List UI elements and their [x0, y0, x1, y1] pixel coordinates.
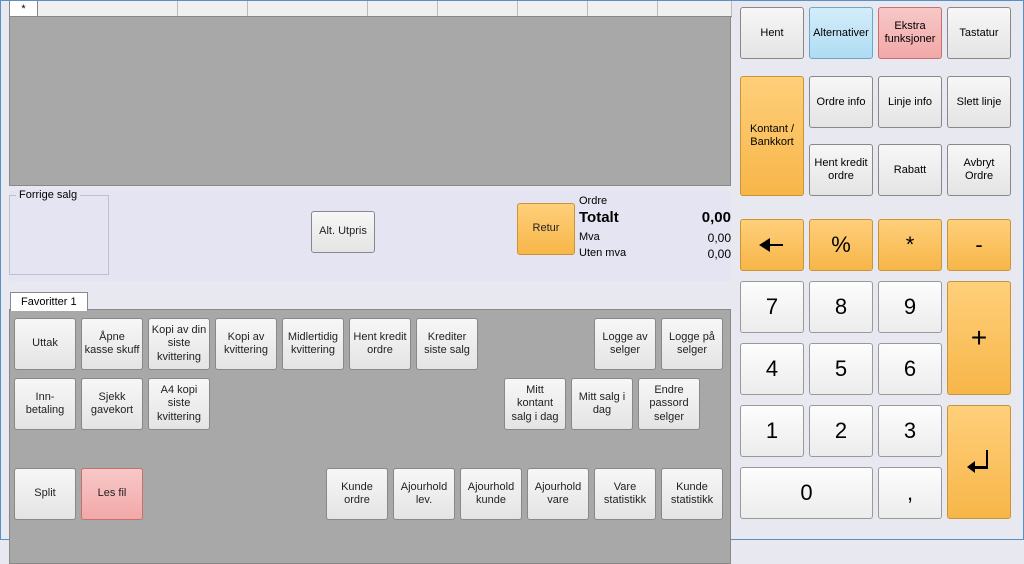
hent-kredit-ordre-button[interactable]: Hent kredit ordre: [349, 318, 411, 370]
ajourhold-kunde-button[interactable]: Ajourhold kunde: [460, 468, 522, 520]
multiply-button[interactable]: *: [878, 219, 942, 271]
mitt-salg-button[interactable]: Mitt salg i dag: [571, 378, 633, 430]
key-9[interactable]: 9: [878, 281, 942, 333]
favorites-panel: Favoritter 1 Uttak Åpne kasse skuff Kopi…: [9, 309, 731, 564]
mva-value: 0,00: [708, 231, 731, 245]
totals-panel: Ordre Totalt 0,00 Mva 0,00 Uten mva 0,00: [577, 191, 735, 271]
vare-statistikk-button[interactable]: Vare statistikk: [594, 468, 656, 520]
avbryt-ordre-button[interactable]: Avbryt Ordre: [947, 144, 1011, 196]
mva-label: Mva: [579, 231, 600, 243]
kontant-bankkort-button[interactable]: Kontant / Bankkort: [740, 76, 804, 196]
krediter-siste-button[interactable]: Krediter siste salg: [416, 318, 478, 370]
midlertidig-button[interactable]: Midlertidig kvittering: [282, 318, 344, 370]
endre-passord-button[interactable]: Endre passord selger: [638, 378, 700, 430]
logge-av-button[interactable]: Logge av selger: [594, 318, 656, 370]
slett-linje-button[interactable]: Slett linje: [947, 76, 1011, 128]
key-6[interactable]: 6: [878, 343, 942, 395]
hent-button[interactable]: Hent: [740, 7, 804, 59]
key-1[interactable]: 1: [740, 405, 804, 457]
rabatt-button[interactable]: Rabatt: [878, 144, 942, 196]
logge-pa-button[interactable]: Logge på selger: [661, 318, 723, 370]
mitt-kontant-button[interactable]: Mitt kontant salg i dag: [504, 378, 566, 430]
ordre-label: Ordre: [579, 195, 607, 207]
ajourhold-lev-button[interactable]: Ajourhold lev.: [393, 468, 455, 520]
enter-icon: [967, 450, 991, 474]
tastatur-button[interactable]: Tastatur: [947, 7, 1011, 59]
total-label: Totalt: [579, 209, 619, 226]
les-fil-button[interactable]: Les fil: [81, 468, 143, 520]
key-8[interactable]: 8: [809, 281, 873, 333]
kopi-din-siste-button[interactable]: Kopi av din siste kvittering: [148, 318, 210, 370]
key-5[interactable]: 5: [809, 343, 873, 395]
data-grid[interactable]: *: [9, 1, 731, 186]
apne-kasse-button[interactable]: Åpne kasse skuff: [81, 318, 143, 370]
alternativer-button[interactable]: Alternativ­er: [809, 7, 873, 59]
kunde-statistikk-button[interactable]: Kunde statistikk: [661, 468, 723, 520]
backspace-button[interactable]: [740, 219, 804, 271]
uten-mva-value: 0,00: [708, 247, 731, 261]
minus-button[interactable]: -: [947, 219, 1011, 271]
key-3[interactable]: 3: [878, 405, 942, 457]
key-2[interactable]: 2: [809, 405, 873, 457]
alt-utpris-button[interactable]: Alt. Utpris: [311, 211, 375, 253]
ajourhold-vare-button[interactable]: Ajourhold vare: [527, 468, 589, 520]
favorites-tab[interactable]: Favoritter 1: [10, 292, 88, 311]
grid-header-row: [10, 1, 732, 17]
retur-button[interactable]: Retur: [517, 203, 575, 255]
linje-info-button[interactable]: Linje info: [878, 76, 942, 128]
forrige-salg-label: Forrige salg: [16, 189, 80, 201]
kunde-ordre-button[interactable]: Kunde ordre: [326, 468, 388, 520]
percent-button[interactable]: %: [809, 219, 873, 271]
ekstra-funksjoner-button[interactable]: Ekstra funksjoner: [878, 7, 942, 59]
key-7[interactable]: 7: [740, 281, 804, 333]
ordre-info-button[interactable]: Ordre info: [809, 76, 873, 128]
total-value: 0,00: [702, 209, 731, 226]
uttak-button[interactable]: Uttak: [14, 318, 76, 370]
plus-button[interactable]: +: [947, 281, 1011, 395]
split-button[interactable]: Split: [14, 468, 76, 520]
right-panel: Hent Alternativ­er Ekstra funksjoner Tas…: [736, 1, 1021, 539]
hent-kredit-button[interactable]: Hent kredit ordre: [809, 144, 873, 196]
a4-kopi-button[interactable]: A4 kopi siste kvittering: [148, 378, 210, 430]
innbetaling-button[interactable]: Inn-betaling: [14, 378, 76, 430]
enter-button[interactable]: [947, 405, 1011, 519]
key-0[interactable]: 0: [740, 467, 873, 519]
sjekk-gavekort-button[interactable]: Sjekk gavekort: [81, 378, 143, 430]
kopi-kvittering-button[interactable]: Kopi av kvittering: [215, 318, 277, 370]
key-comma[interactable]: ,: [878, 467, 942, 519]
key-4[interactable]: 4: [740, 343, 804, 395]
row-marker: *: [10, 1, 38, 17]
uten-mva-label: Uten mva: [579, 247, 626, 259]
